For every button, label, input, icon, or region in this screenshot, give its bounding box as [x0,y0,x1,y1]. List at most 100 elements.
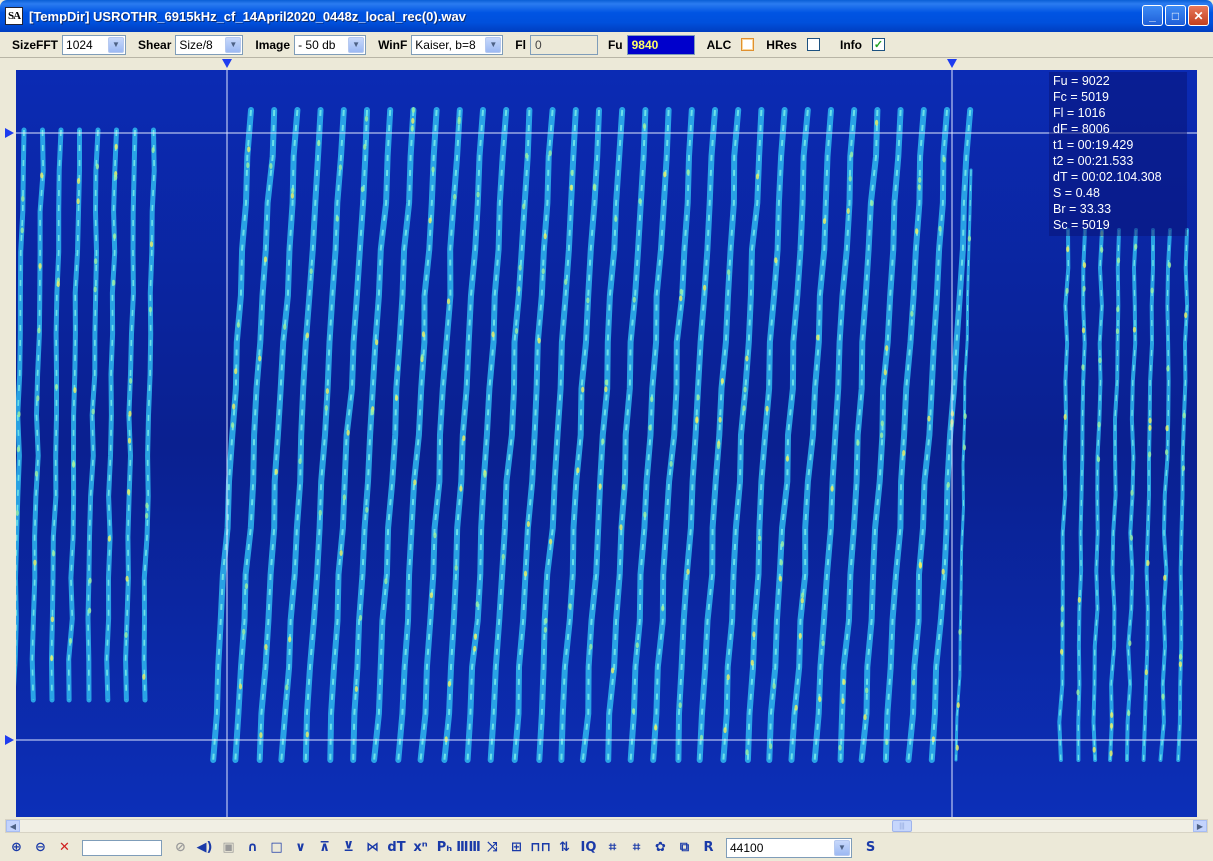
spectral-peak [113,233,117,240]
shear-select[interactable]: Size/8 ▼ [175,34,244,55]
updown-icon[interactable]: ⇅ [554,837,575,858]
cursor-t1-marker[interactable] [222,59,232,68]
chevron-down-icon[interactable]: ▼ [834,839,850,856]
maximize-button[interactable]: □ [1165,5,1186,26]
square-icon[interactable]: ▣ [218,837,239,858]
title-bar[interactable]: SA [TempDir] USROTHR_6915kHz_cf_14April2… [0,0,1213,32]
spectral-peak [856,439,860,446]
arc-icon[interactable]: ∩ [242,837,263,858]
spectral-peak [716,443,721,450]
spectral-peak [501,553,505,560]
spectral-peak [1184,312,1188,319]
dt-icon[interactable]: dT [386,837,407,858]
spectral-peak [269,163,273,169]
spectral-peak [1109,722,1114,729]
spectral-peak [743,386,747,393]
gear-icon[interactable]: ✿ [650,837,671,858]
iq-icon[interactable]: IQ [578,837,599,858]
rectangle-icon[interactable]: □ [266,837,287,858]
comb-icon[interactable]: ⅢⅢ [456,837,481,858]
fu-field[interactable]: 9840 [626,34,695,55]
scroll-thumb[interactable]: ||| [892,820,912,832]
image-select[interactable]: - 50 db ▼ [294,34,367,55]
chevron-down-icon[interactable]: ▼ [485,36,502,53]
minimize-button[interactable]: _ [1142,5,1163,26]
pattern-b-icon[interactable]: ⌗ [626,837,647,858]
chevron-down-icon[interactable]: ▼ [225,36,242,53]
spectral-peak [1182,412,1186,419]
spectral-peak [413,479,417,486]
spectral-peak [431,166,435,173]
spectral-peak [1065,287,1069,294]
split-icon[interactable]: ⊼ [314,837,335,858]
pulse-icon[interactable]: ⊓⊓ [530,837,551,858]
spectral-peak [72,461,76,468]
ph-icon[interactable]: Pₕ [434,837,455,858]
spectral-peak [258,355,262,362]
spectral-peak [283,323,287,330]
chevron-down-icon[interactable]: ▼ [108,36,125,53]
spectral-peak [841,698,845,704]
spectral-peak [816,334,820,341]
r-icon[interactable]: R [698,837,719,858]
grid-icon[interactable]: ⊞ [506,837,527,858]
s-button[interactable]: S [860,837,881,858]
spectral-peak [305,731,309,738]
zoom-out-icon[interactable]: ⊖ [30,837,51,858]
spectral-peak [946,481,950,488]
scroll-right-button[interactable]: ▶ [1193,820,1207,832]
x-power-icon[interactable]: xⁿ [410,837,431,858]
spectral-peak [264,644,268,650]
spectral-peak [274,468,278,475]
sample-rate-select[interactable]: 44100 ▼ [726,837,852,858]
spectral-peak [1092,746,1096,753]
zoom-reset-icon[interactable]: ✕ [54,837,75,858]
spectral-peak [363,143,367,150]
winf-select[interactable]: Kaiser, b=8 ▼ [411,34,504,55]
spectral-peak [290,192,294,199]
spectral-peak [1132,326,1137,333]
spectral-peak [875,119,879,126]
scroll-left-button[interactable]: ◀ [6,820,20,832]
spectral-peak [1128,640,1132,647]
spectral-peak [880,420,884,427]
spectral-peak [663,171,667,178]
fl-field[interactable]: 0 [529,34,598,55]
valley-icon[interactable]: ∨ [290,837,311,858]
info-checkbox[interactable]: ✓ [871,38,885,51]
spectral-peak [365,506,369,513]
spectral-peak [453,193,457,200]
close-button[interactable]: ✕ [1188,5,1209,26]
spectral-peak [309,268,313,275]
spectral-peak [1081,327,1086,334]
cursor-fl-marker[interactable] [5,735,14,745]
zoom-in-icon[interactable]: ⊕ [6,837,27,858]
spectral-peak [1130,489,1134,496]
command-input[interactable] [82,839,162,856]
copy-icon[interactable]: ⧉ [674,837,695,858]
stop-icon[interactable]: ⊘ [170,837,191,858]
info-panel: Fu = 9022 Fc = 5019 Fl = 1016 dF = 8006 … [1049,72,1187,236]
size-fft-select[interactable]: 1024 ▼ [62,34,127,55]
cross-icon[interactable]: ⤨ [482,837,503,858]
speaker-icon[interactable]: ◀) [194,837,215,858]
expand-icon[interactable]: ⋈ [362,837,383,858]
alc-checkbox[interactable] [741,38,755,51]
chevron-down-icon[interactable]: ▼ [348,36,365,53]
converge-icon[interactable]: ⊻ [338,837,359,858]
cursor-fu-marker[interactable] [5,128,14,138]
app-icon[interactable]: SA [5,7,23,25]
horizontal-scrollbar[interactable]: ◀ ||| ▶ [5,819,1208,833]
spectral-peak [375,339,379,346]
spectral-peak [631,708,636,715]
spectral-peak [963,413,967,420]
spectral-peak [915,228,919,235]
spectrogram-display[interactable]: Fu = 9022 Fc = 5019 Fl = 1016 dF = 8006 … [16,70,1197,817]
spectral-peak [50,655,54,662]
pattern-a-icon[interactable]: ⌗ [602,837,623,858]
spectral-peak [263,256,268,263]
hres-checkbox[interactable] [806,38,820,51]
spectral-peak [723,727,727,734]
spectral-peak [476,191,480,198]
cursor-t2-marker[interactable] [947,59,957,68]
